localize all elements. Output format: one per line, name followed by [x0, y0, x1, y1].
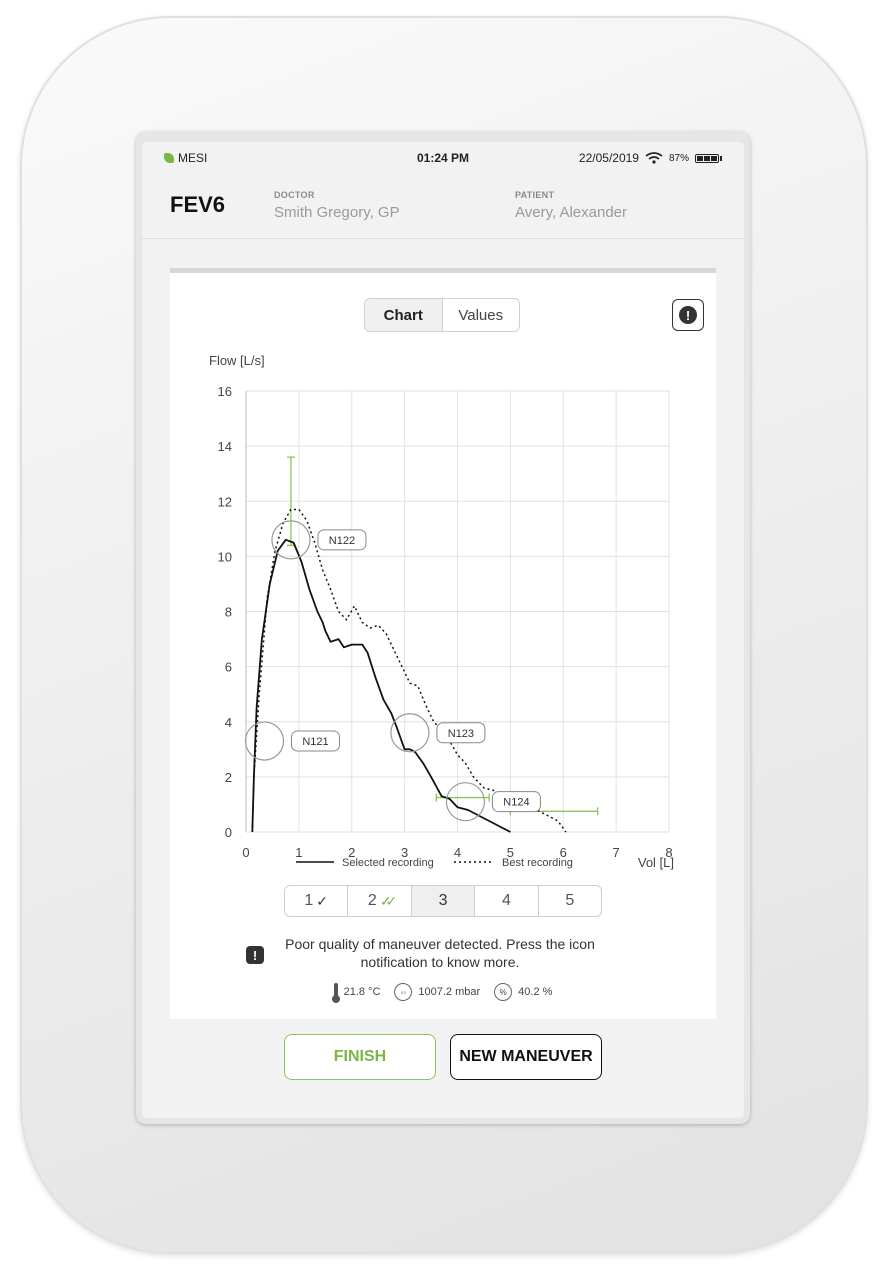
app-screen: MESI 01:24 PM 22/05/2019 87% FEV6 DOCTOR…	[142, 142, 744, 1118]
maneuver-tab-5[interactable]: 5	[539, 886, 601, 916]
patient-label: PATIENT	[515, 190, 555, 200]
x-tick-label: 0	[242, 845, 249, 860]
error-bars	[286, 456, 599, 816]
legend-selected: Selected recording	[342, 857, 434, 869]
y-tick-label: 6	[225, 660, 232, 675]
chart-grid	[245, 390, 670, 833]
warning-text: Poor quality of maneuver detected. Press…	[285, 936, 595, 970]
annotation-marker	[390, 713, 430, 753]
annotation-label: N122	[329, 535, 355, 547]
annotation-label: N121	[302, 736, 328, 748]
series-selected-recording	[251, 538, 511, 833]
y-axis-label: Flow [L/s]	[209, 353, 265, 368]
annotation-label: N123	[448, 728, 474, 740]
status-date: 22/05/2019	[578, 151, 639, 165]
environment-readings: 21.8 °C ◦◦ 1007.2 mbar % 40.2 %	[170, 983, 716, 1003]
battery-icon	[695, 153, 722, 163]
doctor-name: Smith Gregory, GP	[274, 204, 400, 221]
finish-button[interactable]: FINISH	[284, 1034, 436, 1080]
annotation-n121: N121	[244, 721, 341, 761]
y-tick-label: 4	[225, 715, 232, 730]
status-bar: MESI 01:24 PM 22/05/2019 87%	[142, 142, 744, 174]
y-tick-label: 10	[218, 549, 232, 564]
page-title: FEV6	[170, 192, 226, 217]
y-tick-label: 16	[218, 384, 232, 399]
humidity-icon: %	[494, 983, 513, 1001]
maneuver-tab-1[interactable]: 1 ✓	[285, 886, 349, 916]
doctor-label: DOCTOR	[274, 190, 315, 200]
x-axis-label: Vol [L]	[638, 855, 674, 870]
page-header: FEV6 DOCTOR Smith Gregory, GP PATIENT Av…	[142, 174, 744, 239]
annotation-label: N124	[503, 797, 529, 809]
y-tick-label: 14	[218, 439, 232, 454]
flow-volume-chart: N121N122N123N124 0 1 2 3 4 5 6 7 80246810121416 …	[209, 353, 674, 870]
new-maneuver-button[interactable]: NEW MANEUVER	[450, 1034, 602, 1080]
pressure-icon: ◦◦	[394, 983, 413, 1001]
axis-ticks: 0 1 2 3 4 5 6 7 80246810121416	[218, 384, 673, 860]
maneuver-selector: 1 ✓ 2 ✓✓ 3 4 5	[284, 885, 602, 917]
wifi-icon	[645, 152, 663, 164]
maneuver-tab-2[interactable]: 2 ✓✓	[348, 886, 412, 916]
chart-legend: Selected recording Best recording	[296, 857, 573, 869]
x-tick-label: 4	[454, 845, 461, 860]
thermometer-icon	[331, 983, 340, 1003]
pressure-reading: ◦◦ 1007.2 mbar	[394, 983, 480, 1001]
humidity-reading: % 40.2 %	[494, 983, 552, 1001]
x-tick-label: 7	[613, 845, 620, 860]
y-tick-label: 12	[218, 494, 232, 509]
double-check-icon: ✓✓	[379, 892, 398, 909]
status-right: 22/05/2019 87%	[579, 151, 722, 165]
legend-best: Best recording	[502, 857, 573, 869]
check-icon: ✓	[316, 892, 329, 909]
patient-name: Avery, Alexander	[515, 204, 628, 221]
maneuver-tab-3[interactable]: 3	[411, 886, 476, 916]
chart-annotations: N121 N122 N123 N124	[244, 520, 541, 822]
annotation-n124: N124	[445, 782, 541, 822]
exclamation-icon: !	[246, 946, 264, 964]
y-tick-label: 2	[225, 770, 232, 785]
temperature-reading: 21.8 °C	[331, 983, 380, 1003]
x-tick-label: 1	[295, 845, 302, 860]
battery-percent: 87%	[668, 152, 689, 164]
annotation-marker	[244, 721, 285, 761]
result-card: Chart Values ! N121 N122 N123 N124 01234567…	[170, 268, 716, 1019]
maneuver-tab-4[interactable]: 4	[475, 886, 539, 916]
y-tick-label: 8	[225, 605, 232, 620]
y-tick-label: 0	[225, 825, 232, 840]
